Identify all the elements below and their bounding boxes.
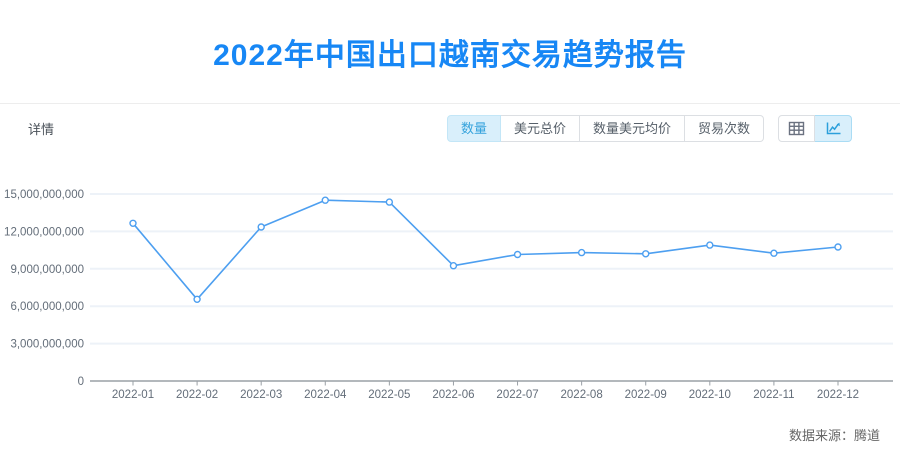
y-axis-tick-label: 0 xyxy=(78,376,84,388)
line-chart-icon xyxy=(826,122,840,135)
series-line xyxy=(132,199,839,301)
y-axis-tick-label: 9,000,000,000 xyxy=(10,264,84,276)
x-axis-tick-label: 2022-01 xyxy=(112,389,154,401)
data-point-marker[interactable] xyxy=(385,198,394,206)
x-axis-tick-label: 2022-04 xyxy=(304,389,347,401)
tab-trade-count[interactable]: 贸易次数 xyxy=(684,115,764,142)
y-axis-tick-label: 6,000,000,000 xyxy=(10,301,84,313)
data-point-marker[interactable] xyxy=(577,248,586,257)
tab-usd-total[interactable]: 美元总价 xyxy=(500,115,580,142)
data-point-marker[interactable] xyxy=(706,241,714,249)
view-toggle-group xyxy=(778,115,852,142)
data-point-marker[interactable] xyxy=(193,295,201,304)
data-point-marker[interactable] xyxy=(770,249,778,257)
x-axis-tick-label: 2022-12 xyxy=(817,389,859,401)
x-axis-tick-label: 2022-07 xyxy=(496,389,538,401)
table-view-button[interactable] xyxy=(778,115,815,142)
x-axis-tick-label: 2022-10 xyxy=(689,389,731,401)
x-axis-tick-label: 2022-11 xyxy=(753,389,794,401)
metric-tab-group: 数量 美元总价 数量美元均价 贸易次数 xyxy=(446,115,764,142)
data-point-marker[interactable] xyxy=(834,243,842,251)
tab-quantity[interactable]: 数量 xyxy=(446,115,501,142)
report-header: 2022年中国出口越南交易趋势报告 xyxy=(0,0,900,103)
y-axis-tick-label: 3,000,000,000 xyxy=(10,339,84,351)
data-source: 数据来源：腾道 xyxy=(788,428,880,443)
toolbar: 详情 数量 美元总价 数量美元均价 贸易次数 xyxy=(0,115,900,142)
x-axis-tick-label: 2022-02 xyxy=(176,389,218,401)
x-axis-tick-label: 2022-08 xyxy=(561,389,603,401)
x-axis-tick-label: 2022-03 xyxy=(240,389,282,401)
details-label: 详情 xyxy=(28,122,55,137)
y-axis-tick-label: 12,000,000,000 xyxy=(4,226,84,238)
data-point-marker[interactable] xyxy=(513,250,522,259)
x-axis-tick-label: 2022-09 xyxy=(625,389,667,401)
chart-view-button[interactable] xyxy=(815,115,852,142)
header-divider xyxy=(0,103,900,104)
data-point-marker[interactable] xyxy=(321,196,329,204)
trend-chart: 15,000,000,000 12,000,000,000 9,000,000,00… xyxy=(0,171,900,426)
data-point-marker[interactable] xyxy=(642,250,650,258)
y-axis-tick-label: 15,000,000,000 xyxy=(4,189,84,201)
data-point-marker[interactable] xyxy=(129,219,137,227)
data-point-marker[interactable] xyxy=(449,261,458,270)
tab-usd-average[interactable]: 数量美元均价 xyxy=(579,115,685,142)
line-chart-canvas: 15,000,000,000 12,000,000,000 9,000,000,00… xyxy=(4,189,893,401)
page-title: 2022年中国出口越南交易趋势报告 xyxy=(213,38,687,72)
data-point-marker[interactable] xyxy=(257,223,265,231)
report-page: 2022年中国出口越南交易趋势报告 详情 数量 美元总价 数量美元均价 贸易次数 xyxy=(0,0,900,462)
table-icon xyxy=(788,121,805,136)
x-axis-tick-label: 2022-05 xyxy=(368,389,410,401)
x-axis-tick-label: 2022-06 xyxy=(432,389,474,401)
